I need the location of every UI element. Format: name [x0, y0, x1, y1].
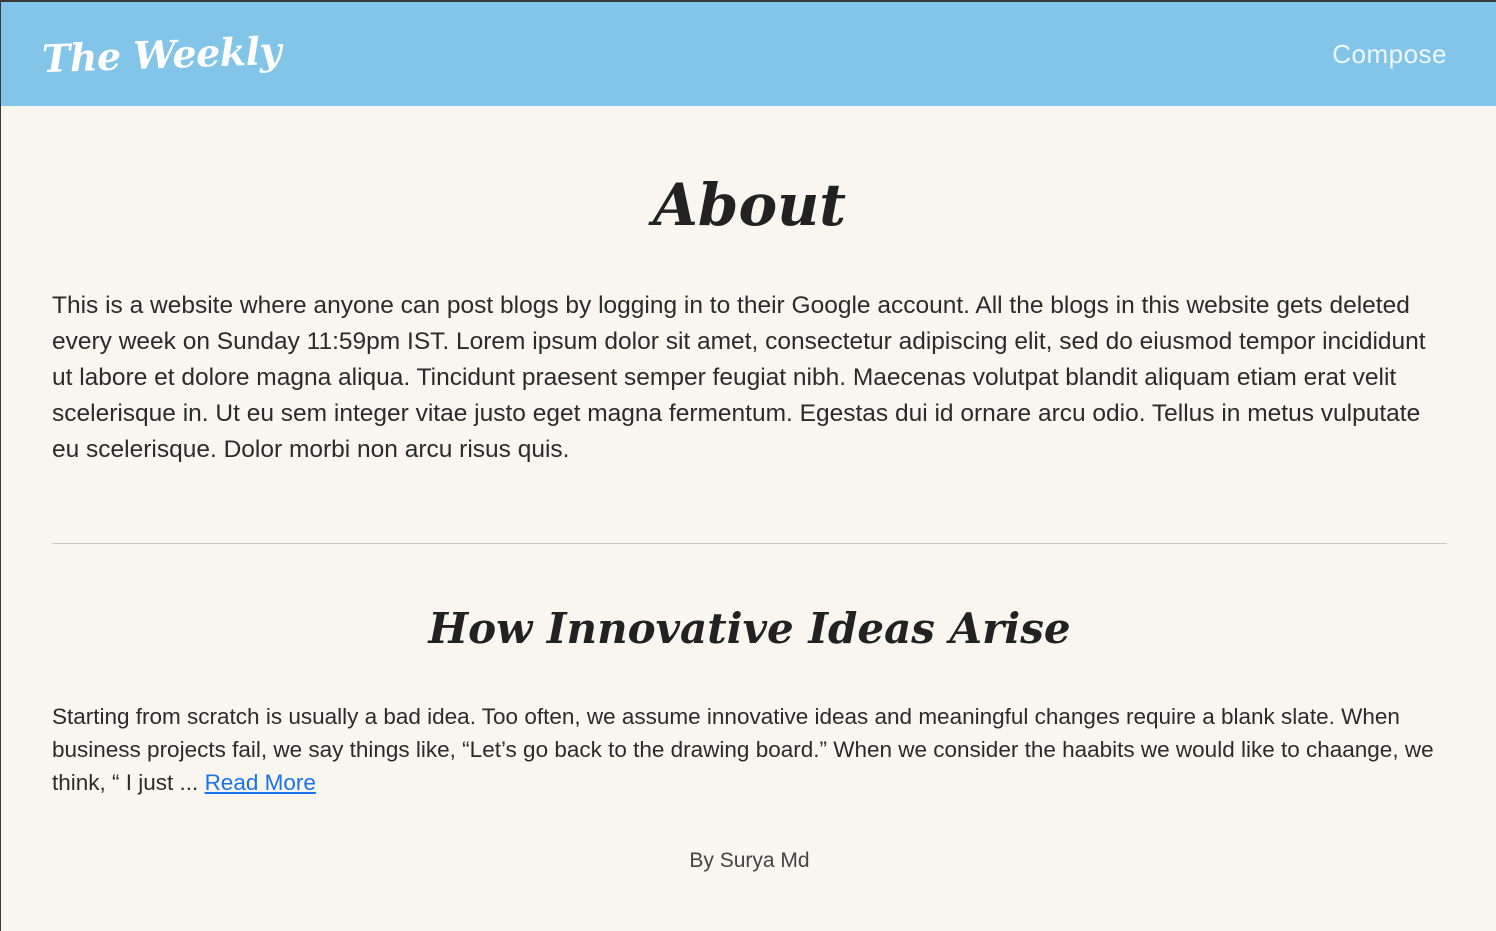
brand-logo[interactable]: The Weekly [41, 27, 282, 80]
page-title: About [652, 171, 847, 239]
about-text: This is a website where anyone can post … [52, 292, 1426, 463]
post-title: How Innovative Ideas Arise [428, 604, 1071, 653]
post-author: By Surya Md [689, 849, 810, 872]
read-more-link[interactable]: Read More [205, 770, 316, 795]
divider [52, 543, 1447, 544]
compose-link[interactable]: Compose [1332, 39, 1447, 70]
navbar: The Weekly Compose [1, 2, 1496, 106]
post-excerpt: Starting from scratch is usually a bad i… [52, 700, 1447, 799]
main-content: About This is a website where anyone can… [1, 176, 1496, 873]
post-card: How Innovative Ideas Arise Starting from… [52, 608, 1447, 873]
